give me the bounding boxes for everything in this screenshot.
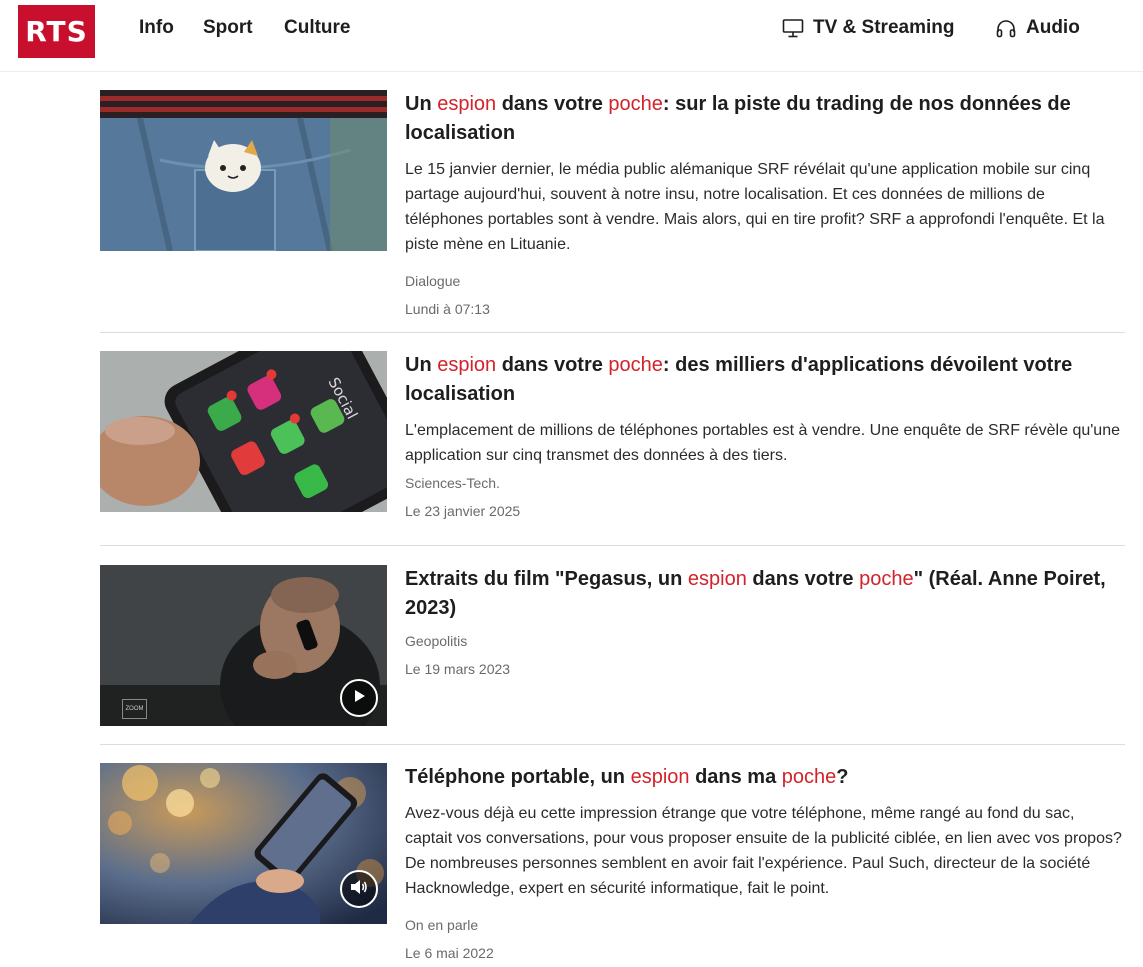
article-summary: L'emplacement de millions de téléphones …	[405, 422, 1120, 464]
article-thumbnail[interactable]	[100, 763, 387, 924]
keyword-highlight: espion	[630, 766, 690, 788]
article-summary: Le 15 janvier dernier, le média public a…	[405, 161, 1105, 253]
keyword-highlight: poche	[608, 93, 663, 115]
site-header: RTS Info Sport Culture TV & Streaming Au…	[0, 0, 1143, 72]
nav-info[interactable]: Info	[139, 17, 174, 39]
monitor-icon	[781, 16, 805, 40]
article-category[interactable]: On en parle	[405, 915, 1125, 935]
phone-apps-thumbnail-image: Social	[100, 351, 387, 512]
tv-streaming-label: TV & Streaming	[813, 17, 955, 38]
tv-streaming-link[interactable]: TV & Streaming	[781, 16, 954, 40]
article-thumbnail[interactable]	[100, 90, 387, 251]
article-date: Lundi à 07:13	[405, 301, 490, 317]
audio-button[interactable]	[340, 870, 378, 908]
article-summary: Avez-vous déjà eu cette impression étran…	[405, 805, 1122, 897]
pocket-thumbnail-image	[100, 90, 387, 251]
keyword-highlight: poche	[608, 354, 663, 376]
nav-culture[interactable]: Culture	[284, 17, 351, 39]
article-thumbnail[interactable]: Social	[100, 351, 387, 512]
play-button[interactable]	[340, 679, 378, 717]
article-date: Le 23 janvier 2025	[405, 503, 521, 519]
divider	[100, 545, 1125, 546]
article-category[interactable]: Dialogue	[405, 271, 1125, 291]
keyword-highlight: espion	[687, 568, 747, 590]
keyword-highlight: poche	[859, 568, 914, 590]
keyword-highlight: espion	[437, 93, 497, 115]
speaker-icon	[349, 878, 369, 901]
headphones-icon	[994, 16, 1018, 40]
article-category[interactable]: Geopolitis	[405, 631, 1125, 651]
article-title[interactable]: Un espion dans votre poche: des milliers…	[405, 351, 1125, 409]
article-date: Le 6 mai 2022	[405, 945, 494, 961]
article-category[interactable]: Sciences-Tech.	[405, 473, 1125, 493]
article-thumbnail[interactable]: ZOOM	[100, 565, 387, 726]
nav-sport[interactable]: Sport	[203, 17, 253, 39]
divider	[100, 332, 1125, 333]
keyword-highlight: espion	[437, 354, 497, 376]
article-date: Le 19 mars 2023	[405, 661, 511, 677]
article-title[interactable]: Un espion dans votre poche: sur la piste…	[405, 90, 1125, 148]
rts-logo[interactable]: RTS	[18, 5, 95, 58]
audio-label: Audio	[1026, 17, 1080, 38]
keyword-highlight: poche	[781, 766, 837, 788]
audio-link[interactable]: Audio	[994, 16, 1080, 40]
play-icon	[351, 688, 367, 709]
divider	[100, 744, 1125, 745]
article-title[interactable]: Extraits du film "Pegasus, un espion dan…	[405, 565, 1125, 623]
zoom-logo: ZOOM	[122, 699, 147, 719]
article-title[interactable]: Téléphone portable, un espion dans ma po…	[405, 763, 1125, 792]
